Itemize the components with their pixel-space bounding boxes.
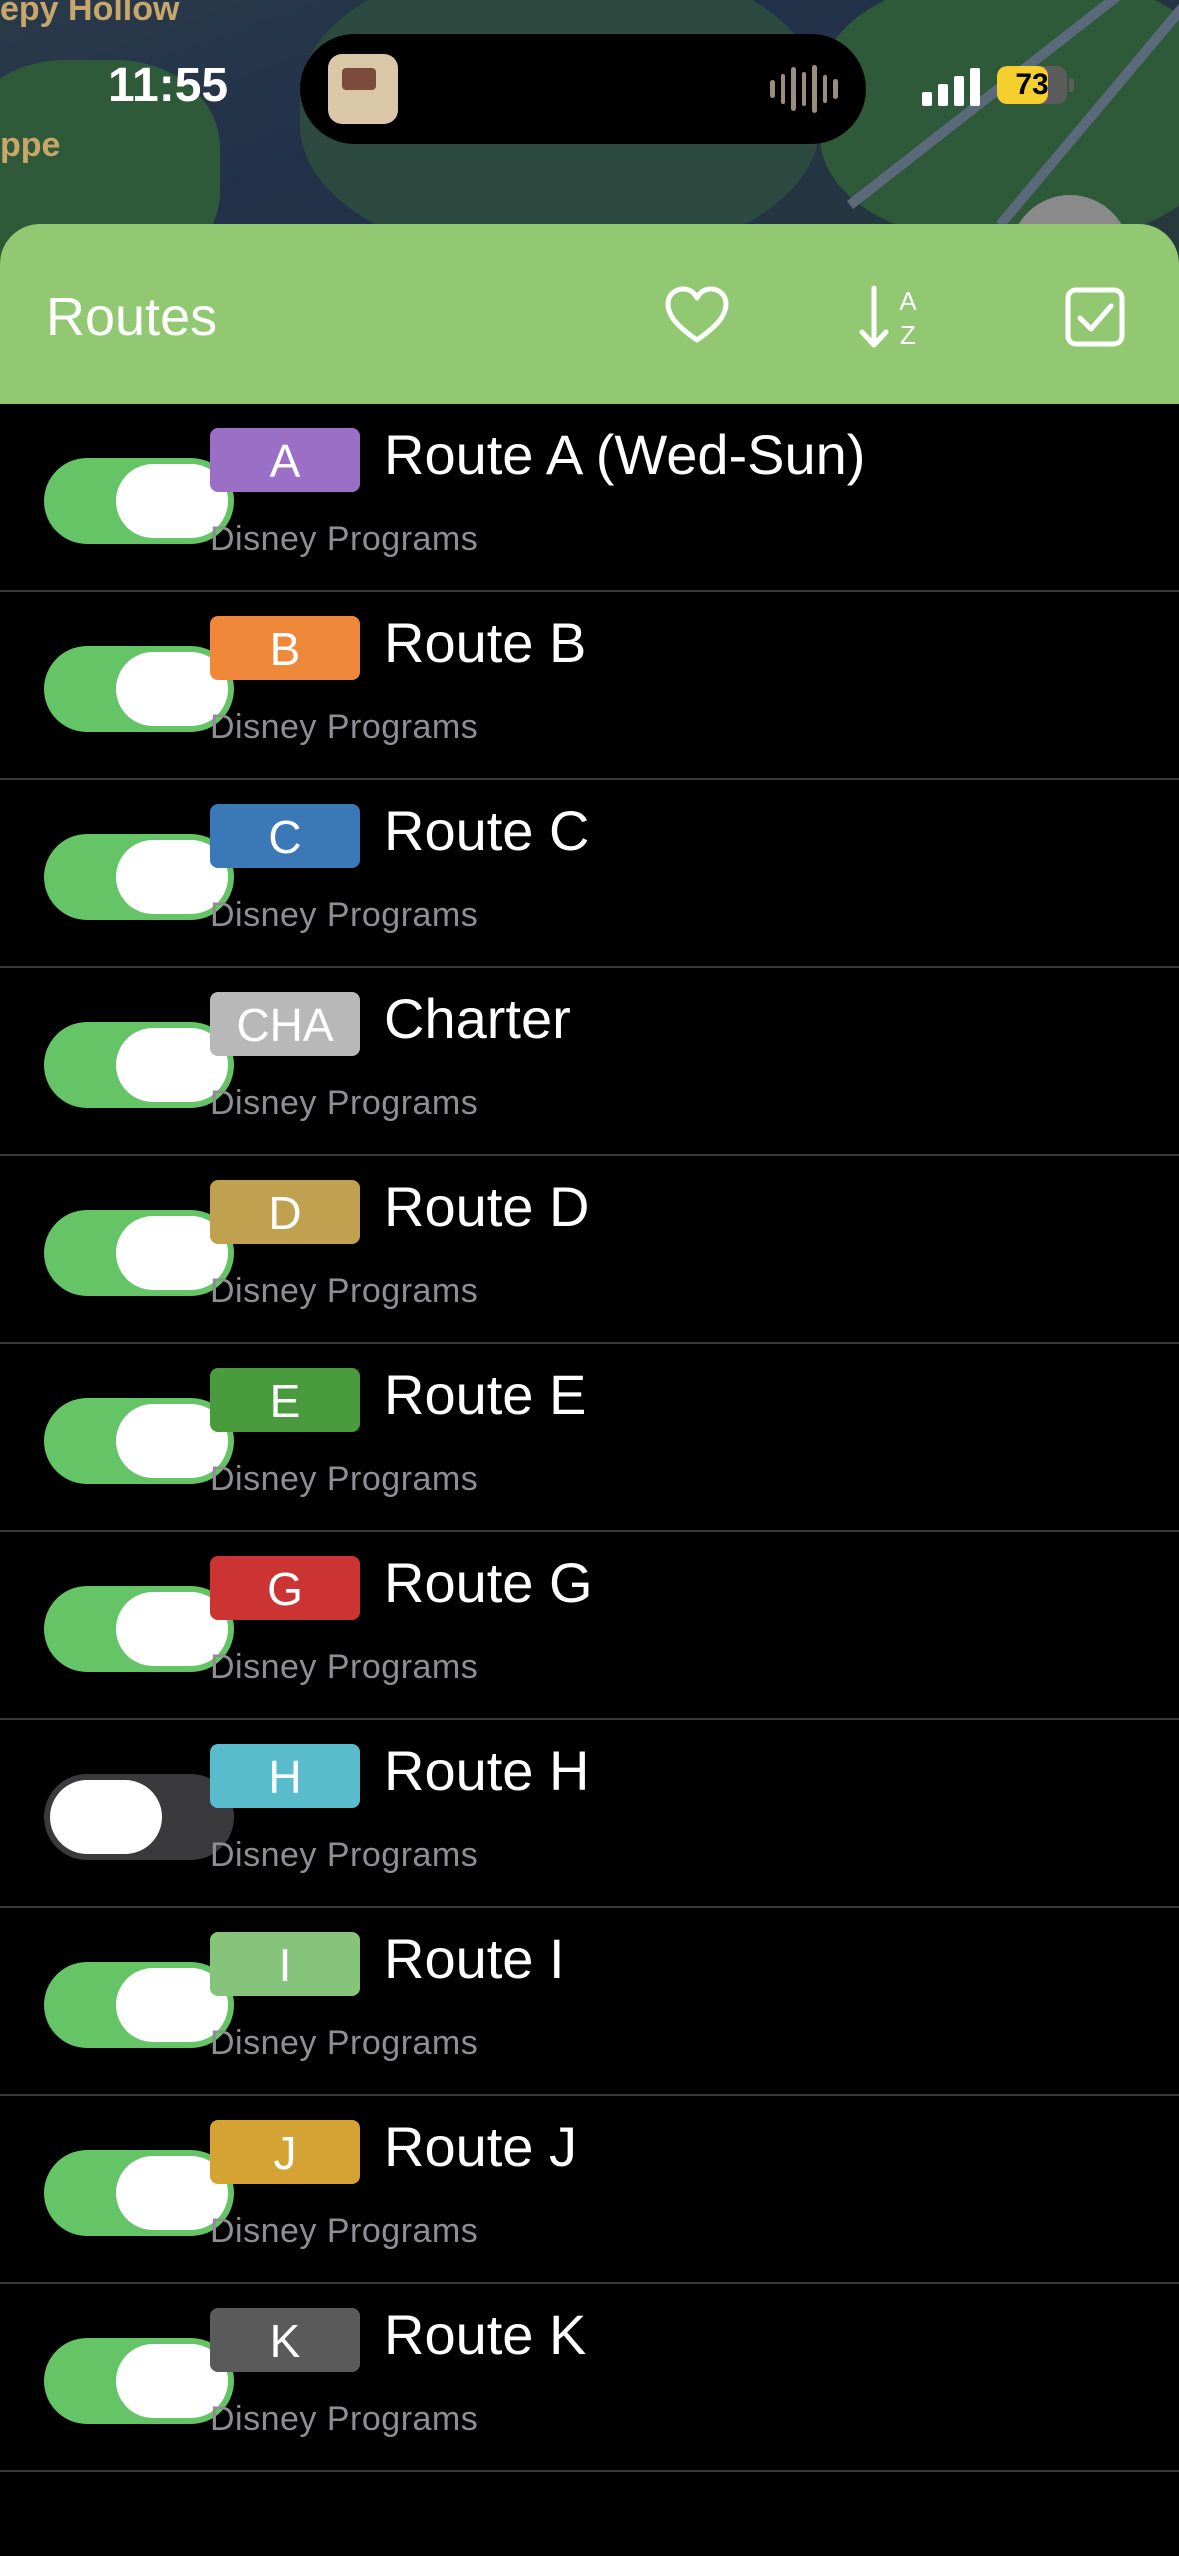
route-name: Route H <box>384 1739 590 1802</box>
route-toggle[interactable] <box>44 458 234 544</box>
cellular-signal-icon <box>922 66 980 106</box>
route-row[interactable]: D Route D Disney Programs <box>0 1156 1179 1344</box>
route-row[interactable]: I Route I Disney Programs <box>0 1908 1179 2096</box>
route-toggle[interactable] <box>44 1398 234 1484</box>
heart-icon <box>665 286 729 343</box>
route-badge: D <box>210 1180 360 1244</box>
route-name: Route A (Wed-Sun) <box>384 423 866 486</box>
route-badge: G <box>210 1556 360 1620</box>
route-agency: Disney Programs <box>210 1272 479 1310</box>
route-row[interactable]: CHA Charter Disney Programs <box>0 968 1179 1156</box>
status-time: 11:55 <box>108 59 229 112</box>
routes-header: Routes A Z <box>0 224 1179 404</box>
route-badge: CHA <box>210 992 360 1056</box>
route-name: Route I <box>384 1927 565 1990</box>
route-name: Route E <box>384 1363 587 1426</box>
route-toggle[interactable] <box>44 1962 234 2048</box>
routes-list[interactable]: A Route A (Wed-Sun) Disney Programs B Route … <box>0 404 1179 2472</box>
route-toggle[interactable] <box>44 834 234 920</box>
route-toggle[interactable] <box>44 1210 234 1296</box>
route-badge: C <box>210 804 360 868</box>
route-badge: E <box>210 1368 360 1432</box>
route-row[interactable]: J Route J Disney Programs <box>0 2096 1179 2284</box>
route-row[interactable]: B Route B Disney Programs <box>0 592 1179 780</box>
status-bar: 11:55 73 <box>0 0 1179 180</box>
svg-text:A: A <box>899 286 917 316</box>
page-title: Routes <box>46 287 218 347</box>
route-name: Route K <box>384 2303 587 2366</box>
route-toggle[interactable] <box>44 646 234 732</box>
route-toggle[interactable] <box>44 2338 234 2424</box>
route-name: Route B <box>384 611 587 674</box>
sort-az-icon: A Z <box>859 285 917 350</box>
route-agency: Disney Programs <box>210 1084 479 1122</box>
route-row[interactable]: C Route C Disney Programs <box>0 780 1179 968</box>
route-row[interactable]: G Route G Disney Programs <box>0 1532 1179 1720</box>
favorites-button[interactable] <box>662 282 732 352</box>
route-agency: Disney Programs <box>210 2400 479 2438</box>
route-badge: A <box>210 428 360 492</box>
route-agency: Disney Programs <box>210 2212 479 2250</box>
route-agency: Disney Programs <box>210 2024 479 2062</box>
battery-cap <box>1069 78 1074 92</box>
svg-text:Z: Z <box>900 320 916 350</box>
route-name: Route D <box>384 1175 590 1238</box>
route-agency: Disney Programs <box>210 1460 479 1498</box>
route-toggle[interactable] <box>44 1022 234 1108</box>
route-agency: Disney Programs <box>210 520 479 558</box>
route-toggle[interactable] <box>44 1774 234 1860</box>
battery-icon: 73 <box>997 66 1067 104</box>
route-agency: Disney Programs <box>210 896 479 934</box>
route-badge: K <box>210 2308 360 2372</box>
route-agency: Disney Programs <box>210 1648 479 1686</box>
checkbox-icon <box>1065 287 1125 347</box>
route-agency: Disney Programs <box>210 708 479 746</box>
sort-button[interactable]: A Z <box>858 282 928 352</box>
dynamic-island[interactable] <box>300 34 866 144</box>
route-name: Route C <box>384 799 590 862</box>
select-all-button[interactable] <box>1060 282 1130 352</box>
route-row[interactable]: E Route E Disney Programs <box>0 1344 1179 1532</box>
route-badge: B <box>210 616 360 680</box>
route-row[interactable]: H Route H Disney Programs <box>0 1720 1179 1908</box>
route-toggle[interactable] <box>44 2150 234 2236</box>
battery-percent: 73 <box>1015 68 1049 101</box>
audio-waveform-icon <box>770 64 839 114</box>
route-agency: Disney Programs <box>210 1836 479 1874</box>
route-badge: J <box>210 2120 360 2184</box>
route-toggle[interactable] <box>44 1586 234 1672</box>
route-name: Route G <box>384 1551 593 1614</box>
route-name: Charter <box>384 987 571 1050</box>
route-row[interactable]: K Route K Disney Programs <box>0 2284 1179 2472</box>
now-playing-artwork <box>328 54 398 124</box>
route-badge: H <box>210 1744 360 1808</box>
route-row[interactable]: A Route A (Wed-Sun) Disney Programs <box>0 404 1179 592</box>
toggle-knob <box>50 1780 162 1854</box>
route-badge: I <box>210 1932 360 1996</box>
route-name: Route J <box>384 2115 577 2178</box>
